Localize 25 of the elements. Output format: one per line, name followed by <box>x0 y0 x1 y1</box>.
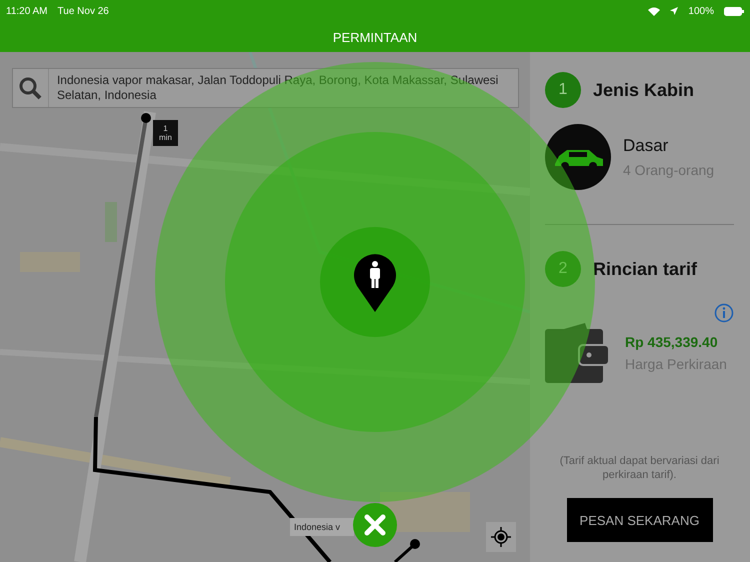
info-icon[interactable] <box>714 303 734 323</box>
fare-note: (Tarif aktual dapat bervariasi dari perkiraan tarif). <box>558 454 720 482</box>
battery-percent: 100% <box>688 6 714 16</box>
search-icon <box>18 76 42 100</box>
marker-label: Indonesia v <box>290 518 354 536</box>
status-date: Tue Nov 26 <box>58 6 109 16</box>
battery-icon <box>724 6 744 16</box>
step-number: 2 <box>545 251 581 287</box>
wallet-icon <box>545 323 609 383</box>
step-title: Rincian tarif <box>593 258 698 280</box>
wifi-icon <box>648 6 660 16</box>
location-icon <box>670 7 678 15</box>
car-icon <box>545 124 611 190</box>
fare-price: Rp 435,339.40 <box>625 334 719 350</box>
order-button[interactable]: PESAN SEKARANG <box>566 498 712 542</box>
step-number: 1 <box>545 72 581 108</box>
cab-name: Dasar <box>623 136 670 156</box>
crosshair-icon <box>491 527 511 547</box>
person-pin-icon <box>353 252 397 312</box>
step-title: Jenis Kabin <box>593 80 694 100</box>
eta-marker: 1 min <box>153 120 178 146</box>
my-location-button[interactable] <box>486 522 516 552</box>
header-title: PERMINTAAN <box>332 30 418 44</box>
close-icon <box>364 514 386 536</box>
status-time: 11:20 AM <box>6 6 48 16</box>
